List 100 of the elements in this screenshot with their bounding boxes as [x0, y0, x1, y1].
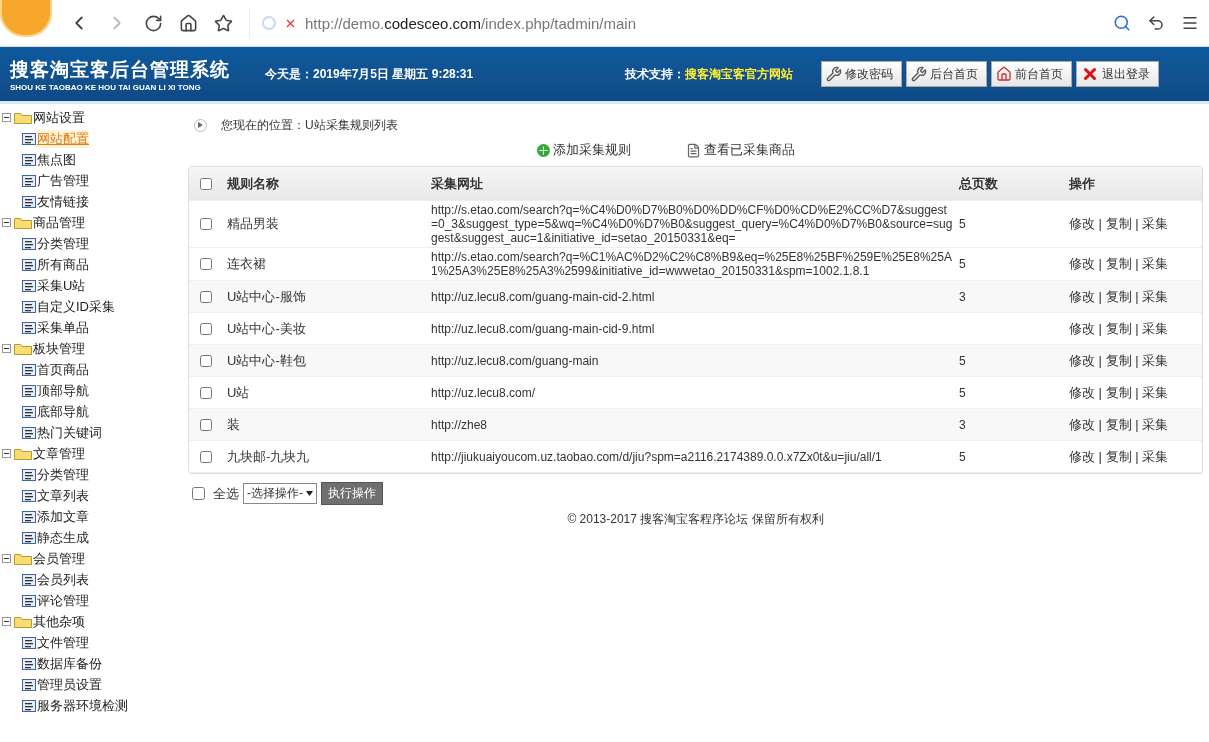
- tree-item[interactable]: 首页商品: [37, 360, 89, 379]
- collapse-toggle[interactable]: [2, 218, 11, 227]
- document-icon: [22, 237, 36, 250]
- collapse-toggle[interactable]: [2, 617, 11, 626]
- collapse-toggle[interactable]: [2, 554, 11, 563]
- home-icon[interactable]: [179, 13, 198, 33]
- tree-item[interactable]: 文件管理: [37, 633, 89, 652]
- table-cell-text: 5: [958, 256, 967, 273]
- toolbar-link[interactable]: 添加采集规则: [536, 141, 631, 159]
- tools-icon: [911, 66, 927, 82]
- tree-item[interactable]: 自定义ID采集: [37, 297, 115, 316]
- select-all-checkbox[interactable]: [192, 487, 205, 500]
- row-checkbox[interactable]: [200, 258, 212, 270]
- document-icon: [22, 132, 36, 145]
- table-cell-text: U站中心-鞋包: [226, 351, 307, 370]
- collapse-toggle[interactable]: [2, 344, 11, 353]
- tree-group[interactable]: 网站设置: [33, 108, 85, 127]
- search-icon[interactable]: [1113, 14, 1131, 32]
- tree-item[interactable]: 顶部导航: [37, 381, 89, 400]
- tree-item[interactable]: 会员列表: [37, 570, 89, 589]
- action-links[interactable]: 修改 | 复制 | 采集: [1067, 381, 1202, 404]
- tree-item[interactable]: 静态生成: [37, 528, 89, 547]
- support-link[interactable]: 搜客淘宝客官方网站: [685, 66, 793, 81]
- collapse-toggle[interactable]: [2, 113, 11, 122]
- row-checkbox[interactable]: [200, 418, 212, 431]
- row-checkbox[interactable]: [200, 386, 212, 399]
- tree-group[interactable]: 板块管理: [33, 339, 85, 358]
- tree-item[interactable]: 所有商品: [37, 255, 89, 274]
- header-button[interactable]: 前台首页: [991, 61, 1072, 87]
- tree-group[interactable]: 会员管理: [33, 549, 85, 568]
- tree-item[interactable]: 热门关键词: [37, 423, 102, 442]
- folder-icon: [14, 342, 32, 355]
- table-cell-text: U站中心-美妆: [226, 319, 307, 338]
- table-cell-text: 精品男装: [226, 215, 280, 233]
- tree-item[interactable]: 添加文章: [37, 507, 89, 526]
- row-checkbox[interactable]: [200, 290, 212, 303]
- document-icon: [22, 258, 36, 271]
- menu-icon[interactable]: [1181, 14, 1199, 32]
- tree-item[interactable]: 分类管理: [37, 234, 89, 253]
- table-cell-text: U站中心-服饰: [226, 287, 307, 306]
- action-select[interactable]: -选择操作-: [243, 483, 317, 504]
- folder-icon: [14, 447, 32, 460]
- system-subtitle: SHOU KE TAOBAO KE HOU TAI GUAN LI XI TONG: [10, 82, 202, 92]
- action-links[interactable]: 修改 | 复制 | 采集: [1067, 349, 1202, 372]
- document-icon: [685, 142, 701, 158]
- folder-icon: [14, 111, 32, 124]
- tree-item[interactable]: 文章列表: [37, 486, 89, 505]
- tree-group[interactable]: 其他杂项: [33, 612, 85, 631]
- document-icon: [22, 468, 36, 481]
- tree-item[interactable]: 数据库备份: [37, 654, 102, 673]
- table-cell-text: http://s.etao.com/search?q=%C1%AC%D2%C2%C8%B9&eq=%25E8%25BF%259E%25E8%25A1%25A3%25E8%25A3%2599&initiative_id=wwwetao_20150331&spm=1002.1.8.1: [430, 249, 953, 280]
- select-all-checkbox[interactable]: [200, 177, 212, 190]
- action-links[interactable]: 修改 | 复制 | 采集: [1067, 445, 1202, 468]
- add-icon: [536, 143, 550, 157]
- row-checkbox[interactable]: [200, 322, 212, 335]
- home-icon: [996, 66, 1012, 82]
- table-cell-text: http://uz.lecu8.com/: [430, 384, 537, 402]
- tree-item[interactable]: 采集U站: [37, 276, 86, 295]
- support-label: 技术支持：搜客淘宝客官方网站: [625, 65, 793, 83]
- tree-item[interactable]: 管理员设置: [37, 675, 102, 694]
- tree-item[interactable]: 底部导航: [37, 402, 89, 421]
- reload-icon[interactable]: [144, 13, 163, 33]
- table-cell-text: http://jiukuaiyoucom.uz.taobao.com/d/jiu?spm=a2116.2174389.0.0.x7Zx0t&u=jiu/all/1: [430, 448, 883, 466]
- toolbar-link[interactable]: 查看已采集商品: [685, 141, 795, 159]
- document-icon: [22, 657, 36, 670]
- row-checkbox[interactable]: [200, 450, 212, 463]
- column-header: 规则名称: [226, 174, 280, 193]
- tree-group[interactable]: 商品管理: [33, 213, 85, 232]
- header-button[interactable]: 退出登录: [1076, 61, 1159, 87]
- table-cell-text: http://zhe8: [430, 416, 489, 434]
- table-cell-text: 3: [958, 416, 967, 434]
- document-icon: [22, 636, 36, 649]
- address-field[interactable]: http://demo.codesceo.com/index.php/tadmin/main: [249, 8, 1097, 38]
- action-links[interactable]: 修改 | 复制 | 采集: [1067, 413, 1202, 436]
- tree-item[interactable]: 友情链接: [37, 192, 89, 211]
- tree-item[interactable]: 评论管理: [37, 591, 89, 610]
- table-cell-text: http://uz.lecu8.com/guang-main-cid-2.html: [430, 288, 656, 306]
- tree-item[interactable]: 广告管理: [37, 171, 89, 190]
- system-title: 搜客淘宝客后台管理系统: [10, 57, 231, 82]
- action-links[interactable]: 修改 | 复制 | 采集: [1067, 213, 1202, 235]
- table-cell-text: http://s.etao.com/search?q=%C4%D0%D7%B0%D0%DD%CF%D0%CD%E2%CC%D7&suggest=0_3&suggest_type=5&wq=%C4%D0%D7%B0&suggest_query=%C4%D0%D7%B0&source=suggest&suggest_auc=1&initiative_id=setao_20150331&eq=: [430, 202, 954, 247]
- row-checkbox[interactable]: [200, 354, 212, 367]
- row-checkbox[interactable]: [200, 218, 212, 230]
- table-cell-text: 5: [958, 216, 967, 233]
- tree-item[interactable]: 服务器环境检测: [37, 696, 128, 715]
- action-links[interactable]: 修改 | 复制 | 采集: [1067, 285, 1202, 308]
- date-text: 今天是：2019年7月5日 星期五 9:28:31: [265, 65, 475, 83]
- tree-item[interactable]: 焦点图: [37, 150, 76, 169]
- action-links[interactable]: 修改 | 复制 | 采集: [1067, 317, 1202, 340]
- tree-group[interactable]: 文章管理: [33, 444, 85, 463]
- star-icon[interactable]: [214, 13, 233, 33]
- execute-button[interactable]: 执行操作: [321, 482, 383, 505]
- header-button[interactable]: 后台首页: [906, 61, 987, 87]
- header-button[interactable]: 修改密码: [821, 61, 902, 87]
- undo-icon[interactable]: [1147, 14, 1165, 32]
- tree-item[interactable]: 分类管理: [37, 465, 89, 484]
- table-cell-text: 3: [958, 288, 967, 306]
- collapse-toggle[interactable]: [2, 449, 11, 458]
- tree-item[interactable]: 采集单品: [37, 318, 89, 337]
- action-links[interactable]: 修改 | 复制 | 采集: [1067, 253, 1202, 275]
